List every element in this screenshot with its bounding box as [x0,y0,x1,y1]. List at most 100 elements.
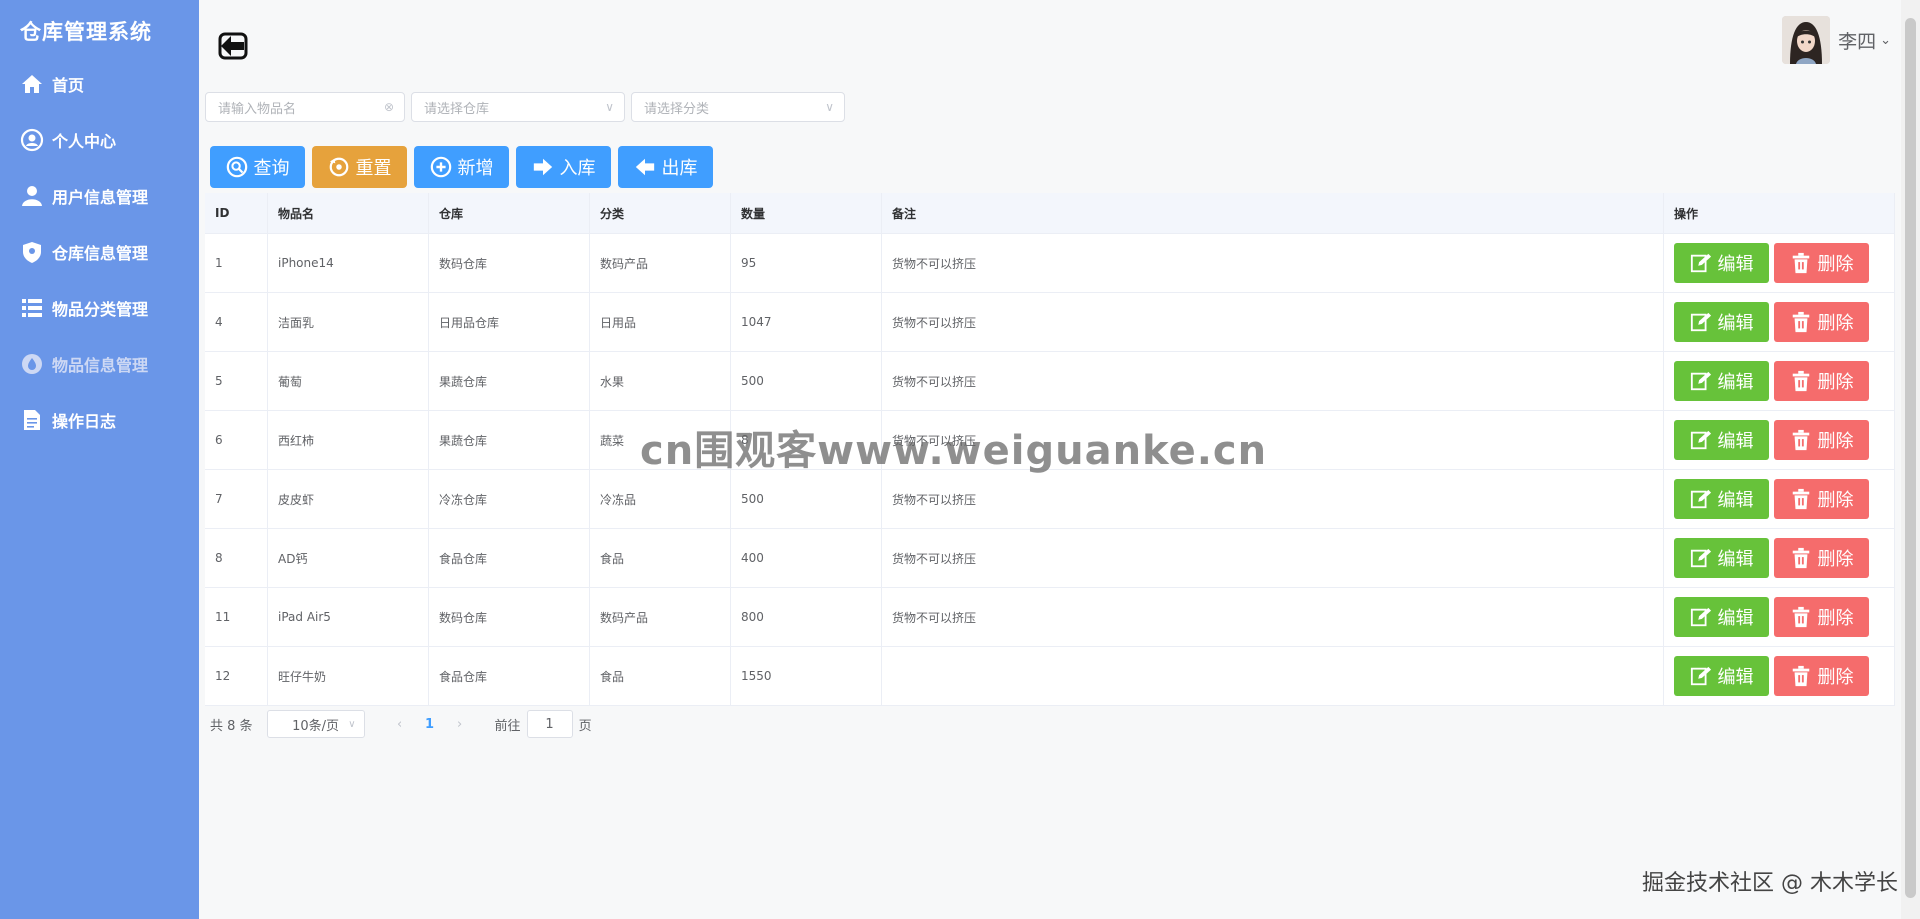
cell-name: 洁面乳 [267,292,429,352]
home-icon [22,75,42,93]
edit-button[interactable]: 编辑 [1674,597,1769,637]
delete-button[interactable]: 删除 [1774,302,1869,342]
table-row: 4 洁面乳 日用品仓库 日用品 1047 货物不可以挤压 编辑 删除 [205,292,1895,352]
delete-button[interactable]: 删除 [1774,538,1869,578]
edit-button[interactable]: 编辑 [1674,420,1769,460]
user-menu[interactable]: 李四 ⌄ [1782,16,1891,64]
delete-button[interactable]: 删除 [1774,597,1869,637]
cell-warehouse: 冷冻仓库 [428,469,590,529]
goto-suffix: 页 [578,718,592,734]
edit-label: 编辑 [1717,254,1754,275]
cell-warehouse: 日用品仓库 [428,292,590,352]
edit-button[interactable]: 编辑 [1674,479,1769,519]
cell-actions: 编辑 删除 [1663,351,1895,411]
cell-name: 旺仔牛奶 [267,646,429,706]
add-button[interactable]: 新增 [414,146,509,188]
delete-button[interactable]: 删除 [1774,420,1869,460]
table-row: 7 皮皮虾 冷冻仓库 冷冻品 500 货物不可以挤压 编辑 删除 [205,469,1895,529]
sidebar-item-5[interactable]: 物品信息管理 [0,336,199,392]
user-circle-icon [20,128,44,152]
edit-label: 编辑 [1717,372,1754,393]
delete-label: 删除 [1817,431,1854,452]
category-placeholder: 请选择分类 [644,101,710,117]
outbound-button[interactable]: 出库 [618,146,713,188]
cell-name: iPhone14 [267,233,429,293]
cell-category: 食品 [589,528,731,588]
cell-id: 5 [205,351,268,411]
sidebar-item-6[interactable]: 操作日志 [0,392,199,448]
avatar[interactable] [1782,16,1831,64]
sidebar-item-label: 物品分类管理 [52,300,149,319]
column-header-remark: 备注 [881,193,1664,234]
table-header-row: ID 物品名 仓库 分类 数量 备注 操作 [205,193,1895,234]
cell-actions: 编辑 删除 [1663,528,1895,588]
sidebar-item-label: 个人中心 [52,132,117,151]
cell-warehouse: 食品仓库 [428,528,590,588]
table-row: 5 葡萄 果蔬仓库 水果 500 货物不可以挤压 编辑 删除 [205,351,1895,411]
prev-page-button[interactable]: ‹ [385,710,415,738]
delete-label: 删除 [1817,313,1854,334]
sidebar-item-label: 首页 [52,76,85,95]
sidebar: 仓库管理系统 首页 个人中心 用户信息管理 仓库信息管理 物品分类管理 物品信息管理 操作日… [0,0,199,919]
page-size-select[interactable]: 10条/页 ∨ [266,710,365,738]
delete-button[interactable]: 删除 [1774,479,1869,519]
sidebar-item-label: 操作日志 [52,412,117,431]
search-clear-icon[interactable]: ⊗ [384,100,394,114]
trash-icon [1792,547,1809,569]
edit-button[interactable]: 编辑 [1674,361,1769,401]
user-name[interactable]: 李四 [1838,27,1876,54]
trash-icon [1792,488,1809,510]
chevron-down-icon: ∨ [605,100,614,114]
cell-qty: 1047 [730,292,882,352]
sidebar-item-0[interactable]: 首页 [0,56,199,112]
arrow-left-icon [635,158,654,176]
cell-category: 水果 [589,351,731,411]
table-row: 12 旺仔牛奶 食品仓库 食品 1550 编辑 删除 [205,646,1895,706]
delete-button[interactable]: 删除 [1774,243,1869,283]
edit-button[interactable]: 编辑 [1674,302,1769,342]
sidebar-item-label: 物品信息管理 [52,356,149,375]
sidebar-item-2[interactable]: 用户信息管理 [0,168,199,224]
category-select[interactable]: 请选择分类 ∨ [631,92,845,122]
filter-bar: 请输入物品名 ⊗ 请选择仓库 ∨ 请选择分类 ∨ [205,92,845,122]
sidebar-item-1[interactable]: 个人中心 [0,112,199,168]
cell-id: 8 [205,528,268,588]
cell-id: 11 [205,587,268,647]
back-arrow-icon[interactable] [217,30,249,62]
column-header-warehouse: 仓库 [428,193,590,234]
header: 李四 ⌄ [199,0,1901,88]
arrow-right-icon [533,158,552,176]
cell-id: 12 [205,646,268,706]
cell-qty: 1550 [730,646,882,706]
edit-button[interactable]: 编辑 [1674,538,1769,578]
delete-button[interactable]: 删除 [1774,656,1869,696]
cell-warehouse: 果蔬仓库 [428,351,590,411]
edit-button[interactable]: 编辑 [1674,656,1769,696]
edit-icon [1690,430,1711,450]
delete-button[interactable]: 删除 [1774,361,1869,401]
inbound-button[interactable]: 入库 [516,146,611,188]
query-label: 查询 [253,158,290,179]
warehouse-select[interactable]: 请选择仓库 ∨ [411,92,625,122]
inbound-label: 入库 [559,158,596,179]
goto-page-input[interactable]: 1 [526,710,573,738]
item-name-search-input[interactable]: 请输入物品名 ⊗ [205,92,405,122]
delete-label: 删除 [1817,490,1854,511]
edit-label: 编辑 [1717,667,1754,688]
sidebar-item-3[interactable]: 仓库信息管理 [0,224,199,280]
next-page-button[interactable]: › [445,710,475,738]
column-header-qty: 数量 [730,193,882,234]
query-button[interactable]: 查询 [210,146,305,188]
sidebar-item-4[interactable]: 物品分类管理 [0,280,199,336]
edit-button[interactable]: 编辑 [1674,243,1769,283]
page-number-1[interactable]: 1 [415,710,445,738]
pagination-total: 共 8 条 [210,718,253,734]
reset-button[interactable]: 重置 [312,146,407,188]
sidebar-item-label: 用户信息管理 [52,188,149,207]
chevron-down-icon[interactable]: ⌄ [1880,33,1891,48]
scrollbar-thumb[interactable] [1905,18,1916,898]
cell-remark: 货物不可以挤压 [881,528,1664,588]
cell-name: 皮皮虾 [267,469,429,529]
page-scrollbar[interactable] [1901,0,1920,919]
outbound-label: 出库 [661,158,698,179]
